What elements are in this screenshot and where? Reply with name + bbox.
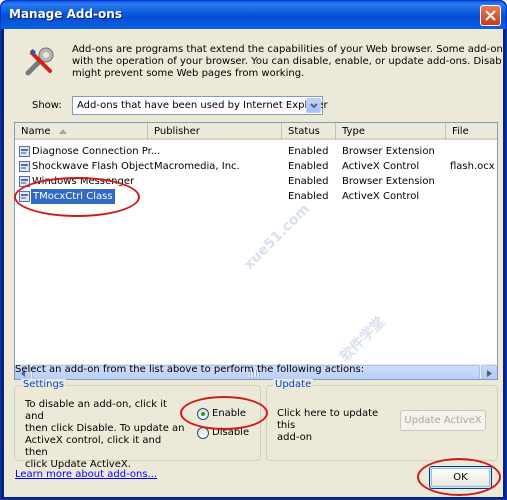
learn-more-link[interactable]: Learn more about add-ons... — [15, 469, 157, 480]
update-activex-button[interactable]: Update ActiveX — [400, 410, 486, 431]
ok-button[interactable]: OK — [429, 466, 492, 489]
cell-name: TMocxCtrl Class — [31, 189, 115, 204]
disable-radio[interactable]: Disable — [197, 427, 267, 440]
table-row[interactable]: Windows Messenger Enabled Browser Extens… — [15, 174, 485, 189]
radio-selected-indicator — [197, 408, 209, 420]
update-line: Click here to update this — [277, 408, 379, 431]
cell-status: Enabled — [288, 146, 329, 157]
column-header-file[interactable]: File — [446, 123, 497, 140]
column-label: Publisher — [154, 126, 200, 137]
addon-component-icon — [19, 161, 30, 172]
intro-line: Add-ons are programs that extend the cap… — [72, 44, 502, 55]
cell-status: Enabled — [288, 161, 329, 172]
enable-radio[interactable]: Enable — [197, 408, 267, 421]
update-description: Click here to update this add-on — [277, 408, 392, 444]
cell-status: Enabled — [288, 191, 329, 202]
show-dropdown-value: Add-ons that have been used by Internet … — [77, 100, 328, 111]
chevron-right-icon — [487, 370, 492, 377]
column-header-publisher[interactable]: Publisher — [148, 123, 282, 140]
cell-type: Browser Extension — [342, 176, 435, 187]
column-header-name[interactable]: Name — [15, 123, 148, 140]
column-label: Status — [288, 126, 320, 137]
settings-description: To disable an add-on, click it and then … — [25, 399, 185, 471]
settings-line: then click Disable. To update an — [25, 423, 185, 434]
cell-publisher: Macromedia, Inc. — [154, 161, 240, 172]
table-row[interactable]: Shockwave Flash Object Macromedia, Inc. … — [15, 159, 495, 174]
close-icon — [485, 10, 496, 21]
list-header: Name Publisher Status Type File — [15, 123, 497, 140]
addon-component-icon — [19, 176, 30, 187]
addon-component-icon — [19, 146, 30, 157]
column-label: File — [452, 126, 469, 137]
settings-line: ActiveX control, click it and then — [25, 435, 162, 458]
cell-name: Shockwave Flash Object — [32, 161, 154, 172]
sort-ascending-icon — [59, 129, 67, 134]
dialog-body: Add-ons are programs that extend the cap… — [4, 29, 503, 497]
addon-tools-icon — [25, 47, 54, 76]
dropdown-button[interactable] — [306, 98, 321, 113]
table-row-selected[interactable]: TMocxCtrl Class Enabled ActiveX Control — [15, 189, 485, 204]
radio-indicator — [197, 427, 209, 439]
cell-name: Diagnose Connection Pr... — [32, 146, 161, 157]
cell-status: Enabled — [288, 176, 329, 187]
enable-label: Enable — [212, 408, 247, 419]
settings-group: Settings To disable an add-on, click it … — [14, 379, 261, 470]
column-label: Name — [21, 126, 51, 137]
intro-line: with the operation of your browser. You … — [72, 56, 502, 67]
disable-label: Disable — [212, 427, 250, 438]
settings-line: To disable an add-on, click it and — [25, 399, 167, 422]
cell-type: ActiveX Control — [342, 191, 420, 202]
update-line: add-on — [277, 432, 313, 443]
scroll-right-button[interactable] — [481, 365, 497, 379]
chevron-down-icon — [310, 103, 318, 109]
title-bar[interactable]: Manage Add-ons — [1, 1, 506, 29]
window-title: Manage Add-ons — [9, 7, 122, 21]
settings-group-title: Settings — [21, 379, 67, 390]
cell-type: Browser Extension — [342, 146, 435, 157]
close-button[interactable] — [480, 5, 501, 26]
actions-prompt: Select an add-on from the list above to … — [15, 364, 365, 375]
show-dropdown[interactable]: Add-ons that have been used by Internet … — [72, 96, 328, 115]
table-row[interactable]: Diagnose Connection Pr... Enabled Browse… — [15, 144, 485, 159]
intro-text: Add-ons are programs that extend the cap… — [72, 44, 502, 80]
cell-name: Windows Messenger — [32, 176, 135, 187]
cell-file: flash.ocx — [450, 161, 495, 172]
cell-type: ActiveX Control — [342, 161, 420, 172]
addon-component-icon — [19, 191, 30, 202]
update-group-title: Update — [273, 379, 314, 390]
column-header-type[interactable]: Type — [336, 123, 446, 140]
column-label: Type — [342, 126, 365, 137]
intro-line: might prevent some Web pages from workin… — [72, 68, 305, 79]
update-group: Update Click here to update this add-on … — [266, 379, 498, 461]
show-label: Show: — [32, 100, 62, 111]
column-header-status[interactable]: Status — [282, 123, 336, 140]
manage-addons-window: Manage Add-ons Add-ons are programs that… — [0, 0, 507, 500]
addons-list[interactable]: Name Publisher Status Type File Diagnose… — [14, 122, 498, 380]
